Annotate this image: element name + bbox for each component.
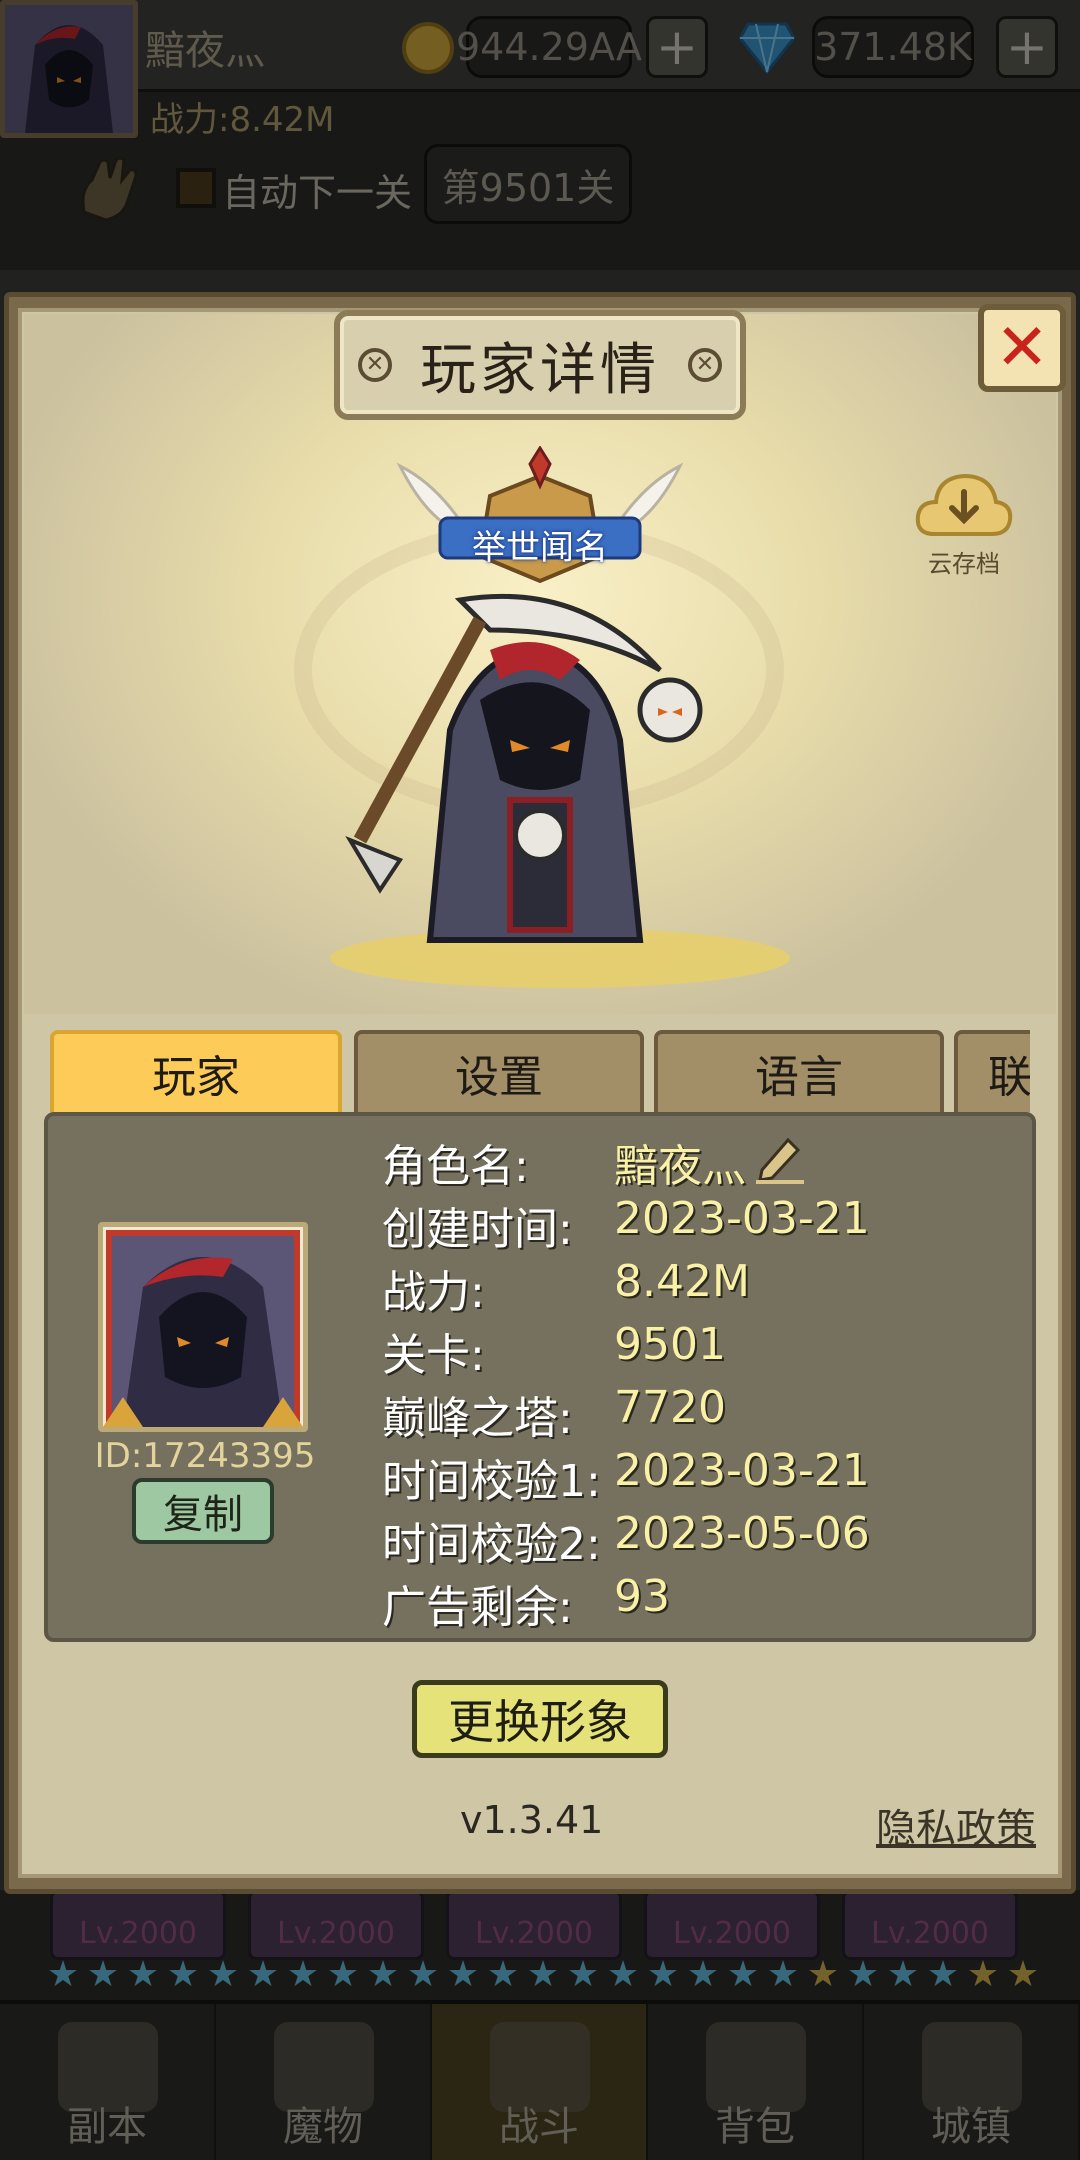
- value-time-check-1: 2023-03-21: [614, 1445, 870, 1496]
- label-power: 战力:: [382, 1267, 485, 1318]
- value-peak-tower: 7720: [614, 1382, 726, 1433]
- label-stage: 关卡:: [382, 1330, 485, 1381]
- value-created-time: 2023-03-21: [614, 1193, 870, 1244]
- label-time-check-2: 时间校验2:: [382, 1519, 601, 1570]
- tab-settings[interactable]: 设置: [354, 1030, 644, 1112]
- tab-contact[interactable]: 联: [954, 1030, 1030, 1112]
- player-id: ID:17243395: [94, 1436, 316, 1476]
- privacy-policy-link[interactable]: 隐私政策: [876, 1796, 1036, 1854]
- cloud-download-icon[interactable]: [912, 464, 1016, 544]
- reaper-portrait-icon: [103, 1230, 303, 1427]
- change-avatar-button[interactable]: 更换形象: [412, 1680, 668, 1758]
- screw-icon: ✕: [688, 348, 722, 382]
- cloud-save-label: 云存档: [928, 550, 1000, 578]
- close-button[interactable]: ✕: [978, 304, 1066, 392]
- version-label: v1.3.41: [460, 1798, 604, 1842]
- screw-icon: ✕: [358, 348, 392, 382]
- value-character-name: 黯夜灬: [614, 1141, 746, 1192]
- modal-title: 玩家详情: [420, 337, 660, 403]
- tab-bar: 玩家 设置 语言 联: [50, 1026, 1030, 1116]
- player-portrait: [98, 1222, 308, 1432]
- label-created-time: 创建时间:: [382, 1204, 573, 1255]
- value-ads-remaining: 93: [614, 1571, 670, 1622]
- edit-pencil-icon[interactable]: [752, 1130, 808, 1186]
- badge-title: 举世闻名: [472, 528, 608, 568]
- copy-id-button[interactable]: 复制: [132, 1478, 274, 1544]
- modal-title-plate: 玩家详情: [334, 310, 746, 420]
- tab-player[interactable]: 玩家: [50, 1030, 342, 1112]
- value-stage: 9501: [614, 1319, 726, 1370]
- label-time-check-1: 时间校验1:: [382, 1456, 601, 1507]
- value-power: 8.42M: [614, 1256, 750, 1307]
- tab-language[interactable]: 语言: [654, 1030, 944, 1112]
- value-time-check-2: 2023-05-06: [614, 1508, 870, 1559]
- reaper-character-icon: [345, 593, 703, 943]
- label-character-name: 角色名:: [382, 1141, 529, 1192]
- label-ads-remaining: 广告剩余:: [382, 1582, 573, 1633]
- label-peak-tower: 巅峰之塔:: [382, 1393, 573, 1444]
